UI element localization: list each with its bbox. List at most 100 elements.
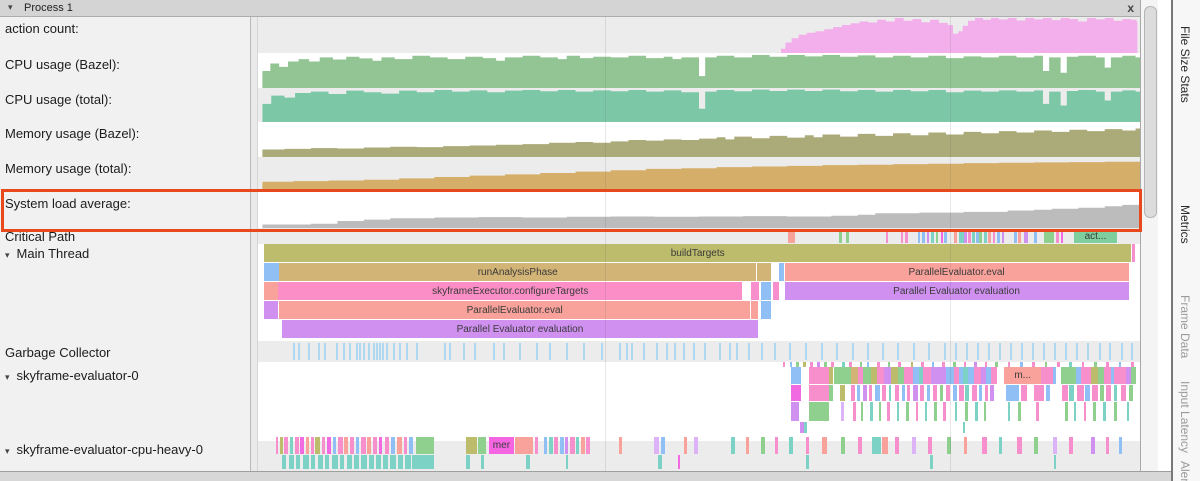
slice-runanalysisphase[interactable]: runAnalysisPhase [279, 263, 756, 281]
slice[interactable] [354, 455, 358, 469]
gc-event-tick[interactable] [666, 343, 668, 360]
slice[interactable] [570, 437, 574, 454]
slice-parallelevaluator-eval[interactable]: ParallelEvaluator.eval [785, 263, 1129, 281]
slice[interactable] [931, 229, 934, 243]
slice[interactable] [361, 455, 367, 469]
slice[interactable] [1114, 402, 1117, 421]
slice-parallel-evaluator-evaluation[interactable]: Parallel Evaluator evaluation [282, 320, 758, 338]
slice[interactable] [1100, 385, 1104, 401]
slice[interactable] [661, 437, 665, 454]
slice[interactable] [264, 301, 278, 319]
gc-event-tick[interactable] [1087, 343, 1089, 360]
slice[interactable] [972, 229, 975, 243]
slice[interactable] [954, 229, 958, 243]
slice[interactable] [1106, 437, 1110, 454]
slice[interactable] [581, 437, 585, 454]
collapse-triangle-icon[interactable]: ▾ [5, 250, 10, 260]
slice[interactable] [390, 455, 396, 469]
slice[interactable] [322, 437, 326, 454]
slice[interactable] [846, 229, 849, 243]
action-count-chart[interactable] [258, 17, 1140, 53]
slice[interactable] [284, 437, 288, 454]
slice[interactable] [300, 437, 304, 454]
slice-parallelevaluator-eval[interactable]: ParallelEvaluator.eval [279, 301, 750, 319]
slice[interactable] [895, 385, 899, 401]
slice[interactable] [325, 455, 329, 469]
gc-event-tick[interactable] [308, 343, 310, 360]
slice[interactable] [979, 229, 982, 243]
slice[interactable] [757, 263, 771, 281]
slice[interactable] [306, 437, 310, 454]
gc-event-tick[interactable] [729, 343, 731, 360]
slice[interactable] [853, 402, 856, 421]
memory-bazel-chart[interactable] [258, 122, 1140, 157]
gc-event-tick[interactable] [399, 343, 401, 360]
slice[interactable] [1092, 385, 1097, 401]
slice[interactable] [897, 402, 899, 421]
slice[interactable] [822, 437, 826, 454]
slice[interactable] [925, 402, 928, 421]
collapse-triangle-icon[interactable]: ▾ [8, 2, 13, 13]
track-label-skyframe-evaluator-0[interactable]: ▾skyframe-evaluator-0 [0, 368, 139, 383]
gc-event-tick[interactable] [1021, 343, 1023, 360]
slice[interactable] [376, 455, 381, 469]
slice[interactable] [940, 385, 944, 401]
track-label-cpu-heavy[interactable]: ▾skyframe-evaluator-cpu-heavy-0 [0, 442, 203, 457]
slice[interactable] [1014, 229, 1018, 243]
slice[interactable] [356, 437, 360, 454]
gc-event-tick[interactable] [1032, 343, 1034, 360]
slice[interactable] [861, 402, 863, 421]
slice[interactable] [1119, 437, 1123, 454]
slice[interactable] [984, 402, 986, 421]
slice[interactable] [289, 455, 294, 469]
slice[interactable] [922, 229, 925, 243]
gc-event-tick[interactable] [693, 343, 695, 360]
slice[interactable] [887, 402, 890, 421]
slice[interactable] [1132, 244, 1135, 262]
slice[interactable] [1034, 385, 1044, 401]
slice[interactable] [959, 385, 963, 401]
gc-event-tick[interactable] [356, 343, 358, 360]
slice[interactable] [276, 437, 279, 454]
gc-event-tick[interactable] [977, 343, 979, 360]
slice[interactable] [340, 455, 344, 469]
slice[interactable] [1062, 385, 1067, 401]
slice[interactable] [344, 437, 348, 454]
slice[interactable] [295, 437, 299, 454]
slice[interactable] [965, 385, 969, 401]
slice[interactable] [290, 437, 294, 454]
slice[interactable] [804, 422, 807, 433]
slice[interactable] [385, 437, 389, 454]
gc-event-tick[interactable] [386, 343, 388, 360]
gc-event-tick[interactable] [736, 343, 738, 360]
gc-event-tick[interactable] [363, 343, 365, 360]
slice[interactable] [829, 385, 833, 401]
slice[interactable] [963, 422, 965, 433]
slice[interactable] [565, 437, 569, 454]
sidebar-tab-file-size-stats[interactable]: File Size Stats [1178, 26, 1192, 103]
memory-total-chart[interactable] [258, 157, 1140, 192]
slice[interactable] [879, 402, 881, 421]
slice[interactable] [746, 437, 750, 454]
slice[interactable] [829, 367, 833, 384]
slice[interactable] [549, 437, 553, 454]
gc-event-tick[interactable] [359, 343, 361, 360]
slice[interactable] [918, 229, 921, 243]
slice[interactable] [751, 282, 759, 300]
gc-event-tick[interactable] [852, 343, 854, 360]
slice-mer[interactable]: mer [489, 437, 514, 454]
slice[interactable] [1074, 402, 1077, 421]
slice[interactable] [779, 263, 783, 281]
slice[interactable] [694, 437, 698, 454]
slice[interactable] [928, 437, 932, 454]
gc-event-tick[interactable] [382, 343, 384, 360]
slice[interactable] [840, 385, 844, 401]
slice[interactable] [851, 385, 855, 401]
slice[interactable] [684, 437, 687, 454]
slice[interactable] [993, 229, 996, 243]
slice[interactable] [1018, 229, 1021, 243]
slice[interactable] [923, 367, 931, 384]
slice[interactable] [412, 455, 433, 469]
gc-event-tick[interactable] [1109, 343, 1111, 360]
slice[interactable] [1034, 437, 1038, 454]
